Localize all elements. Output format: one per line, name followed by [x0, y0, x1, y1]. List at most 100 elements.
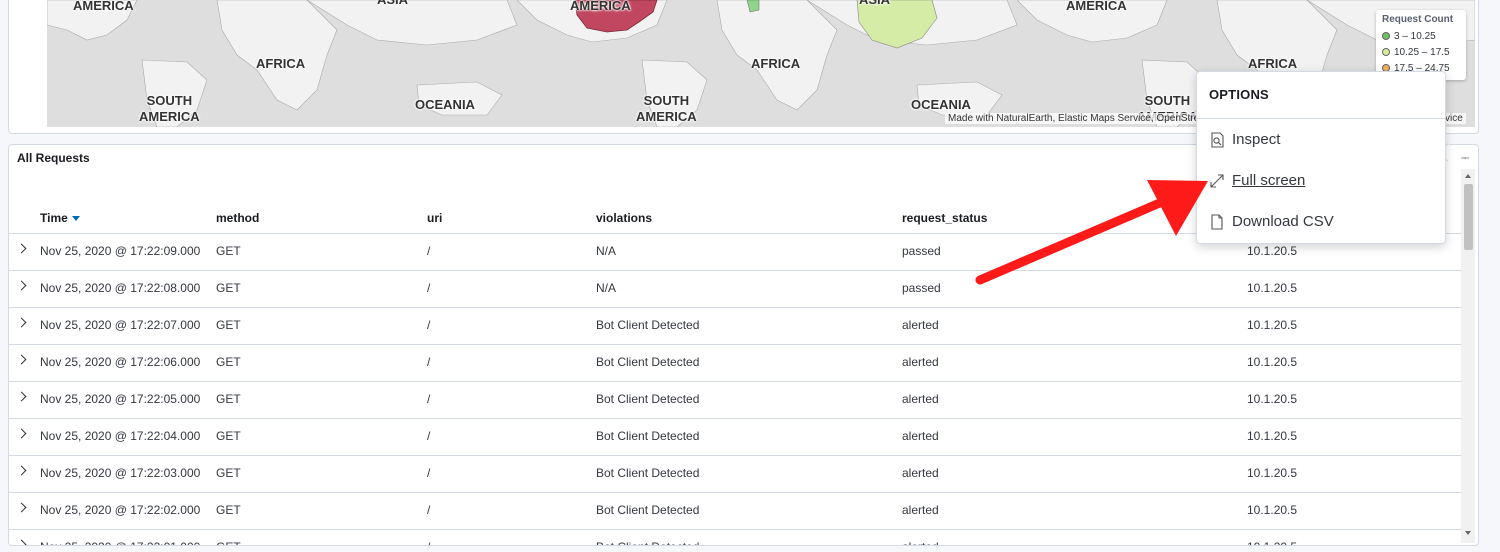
cell-violations: N/A — [596, 281, 617, 295]
document-icon — [1211, 214, 1223, 230]
cell-ip: 10.1.20.5 — [1247, 281, 1298, 295]
cell-uri: / — [427, 540, 430, 545]
scroll-up-arrow-icon[interactable] — [1465, 174, 1471, 178]
menu-item-inspect[interactable]: Inspect — [1197, 120, 1445, 160]
cell-uri: / — [427, 392, 431, 406]
cell-ip: 10.1.20.5 — [1247, 466, 1298, 480]
cell-method: GET — [216, 318, 241, 332]
cell-ip: 10.1.20.5 — [1247, 318, 1298, 332]
cell-ip: 10.1.20.5 — [1247, 503, 1298, 517]
column-header-violations[interactable]: violations — [596, 211, 652, 225]
continent-label: OCEANIA — [911, 97, 971, 112]
expand-row-chevron-icon[interactable] — [16, 391, 27, 402]
continent-label: AMERICA — [570, 0, 631, 13]
continent-label: AFRICA — [751, 56, 801, 71]
menu-item-full-screen[interactable]: Full screen — [1197, 161, 1445, 201]
cell-ip: 10.1.20.5 — [1247, 392, 1298, 406]
expand-row-chevron-icon[interactable] — [16, 280, 27, 291]
column-header-uri[interactable]: uri — [427, 211, 442, 225]
cell-violations: Bot Client Detected — [596, 540, 699, 545]
cell-violations: Bot Client Detected — [596, 318, 700, 332]
table-row: Nov 25, 2020 @ 17:22:02.000 GET / Bot Clien… — [9, 493, 1461, 530]
menu-item-download-csv[interactable]: Download CSV — [1197, 202, 1445, 242]
cell-request-status: alerted — [902, 429, 939, 443]
cell-uri: / — [427, 355, 431, 369]
cell-time: Nov 25, 2020 @ 17:22:04.000 — [40, 429, 201, 443]
cell-ip: 10.1.20.5 — [1247, 244, 1298, 258]
cell-method: GET — [216, 392, 241, 406]
legend-item: 3 – 10.25 — [1382, 28, 1460, 44]
legend-swatch — [1382, 32, 1390, 40]
table-row: Nov 25, 2020 @ 17:22:04.000 GET / Bot Clien… — [9, 419, 1461, 456]
expand-row-chevron-icon[interactable] — [16, 354, 27, 365]
cell-request-status: alerted — [902, 503, 939, 517]
cell-time: Nov 25, 2020 @ 17:22:06.000 — [40, 355, 201, 369]
cell-uri: / — [427, 244, 431, 258]
cell-request-status: alerted — [902, 392, 939, 406]
cell-violations: Bot Client Detected — [596, 392, 700, 406]
sort-descending-icon[interactable] — [71, 216, 80, 222]
popover-title: OPTIONS — [1209, 87, 1269, 102]
cell-method: GET — [216, 503, 241, 517]
cell-method: GET — [216, 281, 241, 295]
divider — [1197, 118, 1445, 119]
legend-title: Request Count — [1382, 14, 1454, 25]
cell-request-status: passed — [902, 244, 941, 258]
cell-method: GET — [216, 355, 241, 369]
expand-row-chevron-icon[interactable] — [16, 465, 27, 476]
cell-uri: / — [427, 318, 431, 332]
cell-violations: N/A — [596, 244, 617, 258]
scroll-thumb[interactable] — [1464, 184, 1473, 250]
panel-title: All Requests — [17, 151, 90, 165]
vertical-scrollbar[interactable] — [1461, 169, 1475, 543]
options-popover: OPTIONS Inspect Full screen Download CSV — [1196, 71, 1446, 244]
table-row: Nov 25, 2020 @ 17:22:06.000 GET / Bot Clien… — [9, 345, 1461, 382]
legend-swatch — [1382, 48, 1390, 56]
expand-icon — [1210, 174, 1224, 188]
column-header-time[interactable]: Time — [40, 211, 80, 225]
menu-item-label: Inspect — [1232, 131, 1281, 148]
column-header-method[interactable]: method — [216, 211, 259, 225]
cell-uri: / — [427, 466, 431, 480]
table-row: Nov 25, 2020 @ 17:22:05.000 GET / Bot Clien… — [9, 382, 1461, 419]
expand-row-chevron-icon[interactable] — [16, 243, 27, 254]
continent-label: ASIA — [859, 0, 890, 8]
cell-time: Nov 25, 2020 @ 17:22:07.000 — [40, 318, 201, 332]
cell-uri: / — [427, 429, 431, 443]
expand-row-chevron-icon[interactable] — [16, 428, 27, 439]
ellipsis-icon: ▫▫▫ — [1461, 155, 1469, 162]
cell-time: Nov 25, 2020 @ 17:22:09.000 — [40, 244, 201, 258]
continent-label: SOUTH AMERICA — [636, 93, 697, 124]
legend-item: 10.25 – 17.5 — [1382, 44, 1460, 60]
table-row: Nov 25, 2020 @ 17:22:01.000 GET / Bot Clien… — [9, 530, 1461, 545]
cell-time: Nov 25, 2020 @ 17:22:02.000 — [40, 503, 201, 517]
continent-label: AMERICA — [73, 0, 134, 13]
scroll-down-arrow-icon[interactable] — [1465, 531, 1471, 535]
requests-table: Time method uri violations request_statu… — [9, 205, 1461, 545]
cell-method: GET — [216, 540, 241, 545]
legend-label: 10.25 – 17.5 — [1394, 46, 1450, 58]
column-header-request-status[interactable]: request_status — [902, 211, 987, 225]
map-legend: Request Count 3 – 10.25 10.25 – 17.5 17.… — [1376, 10, 1466, 80]
legend-label: 3 – 10.25 — [1394, 30, 1436, 42]
table-row: Nov 25, 2020 @ 17:22:03.000 GET / Bot Clien… — [9, 456, 1461, 493]
cell-ip: 10.1.20.5 — [1247, 429, 1298, 443]
cell-request-status: passed — [902, 281, 941, 295]
menu-item-label: Full screen — [1232, 172, 1306, 189]
cell-ip: 10.1.20.5 — [1247, 355, 1298, 369]
inspect-icon — [1211, 132, 1224, 148]
continent-label: ASIA — [377, 0, 408, 8]
panel-options-button[interactable]: ▫▫▫ — [1456, 149, 1474, 165]
cell-method: GET — [216, 466, 241, 480]
cell-violations: Bot Client Detected — [596, 429, 700, 443]
cell-method: GET — [216, 429, 241, 443]
cell-violations: Bot Client Detected — [596, 503, 700, 517]
menu-item-label: Download CSV — [1232, 213, 1334, 230]
expand-row-chevron-icon[interactable] — [16, 317, 27, 328]
column-header-label: Time — [40, 211, 68, 225]
cell-violations: Bot Client Detected — [596, 355, 700, 369]
cell-request-status: alerted — [902, 466, 939, 480]
expand-row-chevron-icon[interactable] — [16, 539, 27, 545]
cell-uri: / — [427, 281, 431, 295]
expand-row-chevron-icon[interactable] — [16, 502, 27, 513]
